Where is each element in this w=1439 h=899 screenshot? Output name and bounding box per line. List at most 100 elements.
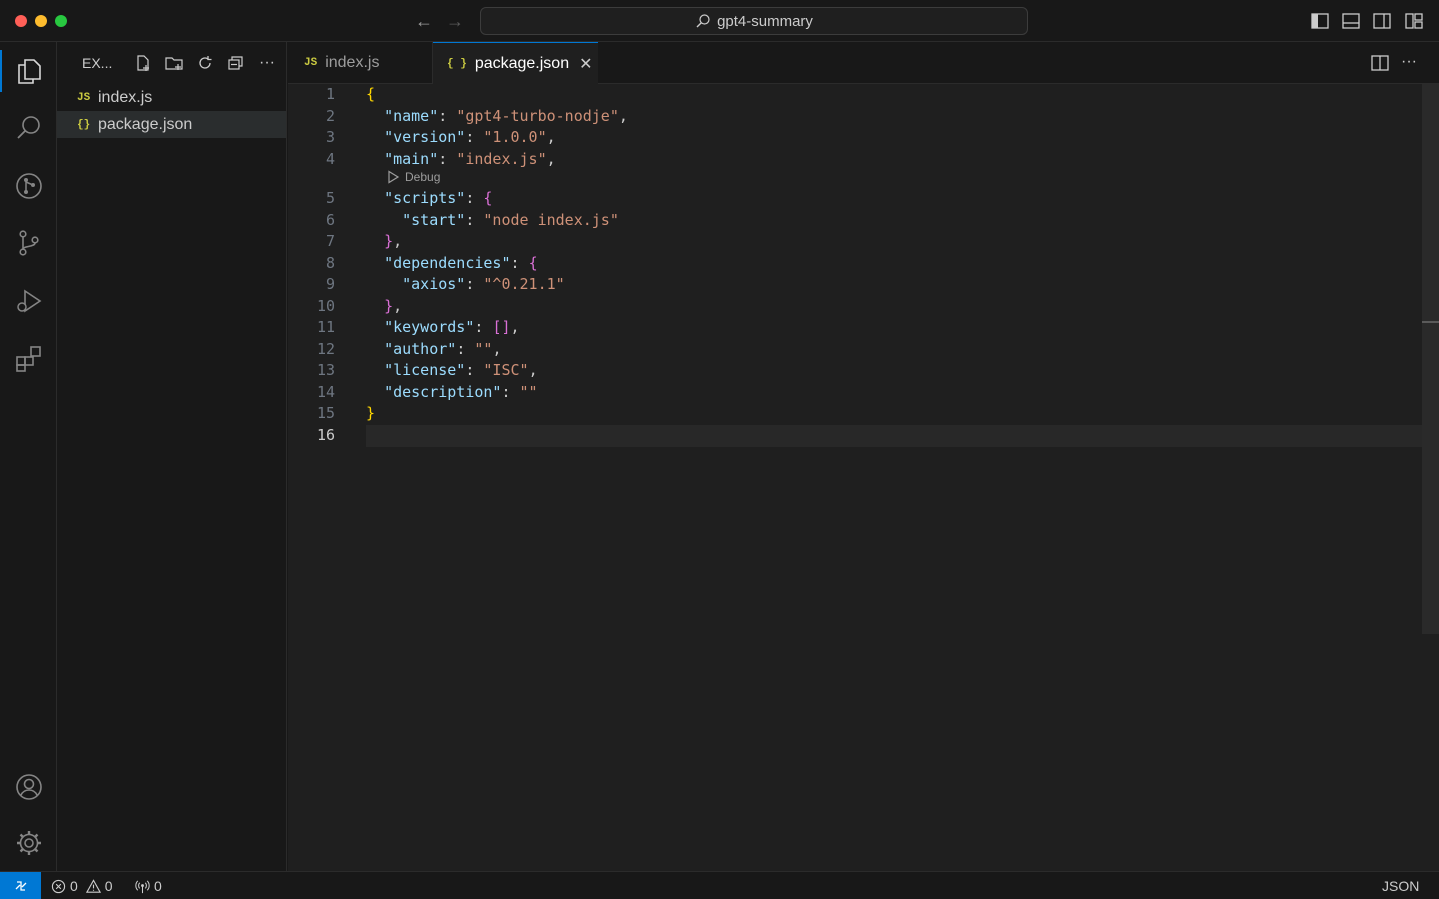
code-line: 5 "scripts": { xyxy=(288,188,1422,210)
tab-index-js[interactable]: JS index.js xyxy=(288,42,433,84)
status-bar: 0 0 0 JSON xyxy=(0,871,1439,899)
file-item-index-js[interactable]: JS index.js xyxy=(57,84,286,111)
code-line: 2 "name": "gpt4-turbo-nodje", xyxy=(288,106,1422,128)
code-text: "scripts": { xyxy=(366,188,492,210)
code-line: 11 "keywords": [], xyxy=(288,317,1422,339)
error-count: 0 xyxy=(70,878,78,894)
code-editor[interactable]: 1{2 "name": "gpt4-turbo-nodje", 3 "versio… xyxy=(288,84,1439,871)
debug-codelens[interactable]: Debug xyxy=(386,170,440,184)
code-line: 9 "axios": "^0.21.1" xyxy=(288,274,1422,296)
git-graph-icon[interactable] xyxy=(0,161,57,211)
accounts-icon[interactable] xyxy=(0,762,57,812)
file-name: package.json xyxy=(98,115,193,133)
line-number: 8 xyxy=(325,253,335,272)
go-forward-icon[interactable]: → xyxy=(444,10,466,32)
line-number: 11 xyxy=(316,318,335,336)
new-folder-icon[interactable] xyxy=(163,52,185,74)
manage-gear-icon[interactable] xyxy=(0,818,57,868)
close-window-button[interactable] xyxy=(15,15,27,27)
broadcast-icon xyxy=(135,880,150,893)
token-close: } xyxy=(384,296,394,315)
ports-indicator[interactable]: 0 xyxy=(135,872,162,899)
token-key: "name" xyxy=(384,106,439,125)
minimize-window-button[interactable] xyxy=(35,15,47,27)
command-center-search[interactable]: gpt4-summary xyxy=(480,7,1028,35)
toggle-primary-sidebar-icon[interactable] xyxy=(1310,11,1330,31)
toggle-secondary-sidebar-icon[interactable] xyxy=(1372,11,1392,31)
language-mode[interactable]: JSON xyxy=(1382,872,1419,899)
code-text: "description": "" xyxy=(366,382,538,404)
explorer-header: EX... ··· xyxy=(57,42,286,84)
code-text: "version": "1.0.0", xyxy=(366,127,556,149)
token-sep: : xyxy=(465,275,484,293)
editor-scrollbar[interactable] xyxy=(1422,84,1439,634)
token-sep: : xyxy=(501,382,520,401)
line-number: 2 xyxy=(325,106,335,125)
toggle-panel-icon[interactable] xyxy=(1341,11,1361,31)
token-sep: : xyxy=(465,361,484,379)
editor-more-actions-icon[interactable]: ··· xyxy=(1401,53,1421,73)
line-number: 3 xyxy=(325,128,335,146)
close-tab-icon[interactable]: ✕ xyxy=(579,54,592,74)
go-back-icon[interactable]: ← xyxy=(413,10,435,32)
code-line: 13 "license": "ISC", xyxy=(288,360,1422,382)
remote-indicator-icon[interactable] xyxy=(0,872,41,899)
javascript-file-icon: JS xyxy=(304,57,318,69)
refresh-icon[interactable] xyxy=(194,52,216,74)
token-open: { xyxy=(366,85,376,103)
token-open: { xyxy=(528,253,538,272)
token-value: "1.0.0" xyxy=(483,128,547,146)
tab-label: index.js xyxy=(325,54,380,71)
token-key: "axios" xyxy=(402,275,466,293)
token-value: "^0.21.1" xyxy=(483,275,565,293)
token-tail: , xyxy=(393,296,403,315)
token-close: } xyxy=(366,404,376,422)
tab-package-json[interactable]: { } package.json ✕ xyxy=(433,42,598,85)
token-key: "license" xyxy=(384,361,466,379)
token-key: "scripts" xyxy=(384,189,466,207)
problems-indicator[interactable]: 0 0 xyxy=(51,872,113,899)
ports-count: 0 xyxy=(154,878,162,894)
run-and-debug-icon[interactable] xyxy=(0,276,57,326)
line-number: 5 xyxy=(325,189,335,207)
line-number: 9 xyxy=(325,275,335,293)
code-line: 14 "description": "" xyxy=(288,382,1422,404)
line-number: 10 xyxy=(316,296,335,315)
json-file-icon: { } xyxy=(447,58,467,70)
maximize-window-button[interactable] xyxy=(55,15,67,27)
token-value: "" xyxy=(474,339,493,358)
search-icon[interactable] xyxy=(0,103,57,153)
code-text: }, xyxy=(366,231,402,253)
token-value: "index.js" xyxy=(456,149,547,168)
line-number: 15 xyxy=(316,404,335,422)
code-text: "keywords": [], xyxy=(366,317,519,339)
extensions-icon[interactable] xyxy=(0,334,57,384)
customize-layout-icon[interactable] xyxy=(1404,11,1424,31)
new-file-icon[interactable] xyxy=(132,52,154,74)
collapse-all-icon[interactable] xyxy=(225,52,247,74)
code-text: "axios": "^0.21.1" xyxy=(366,274,565,296)
file-name: index.js xyxy=(98,88,153,106)
explorer-icon[interactable] xyxy=(0,46,57,96)
more-actions-icon[interactable]: ··· xyxy=(256,52,278,74)
token-sep: : xyxy=(465,210,484,229)
source-control-icon[interactable] xyxy=(0,218,57,268)
code-text: "author": "", xyxy=(366,339,501,361)
file-item-package-json[interactable]: {} package.json xyxy=(57,111,286,138)
token-sep: : xyxy=(456,339,475,358)
json-file-icon: {} xyxy=(77,118,91,131)
token-open: { xyxy=(483,189,493,207)
split-editor-icon[interactable] xyxy=(1370,53,1390,73)
error-icon xyxy=(51,879,66,893)
line-number: 14 xyxy=(316,382,335,401)
token-tail: , xyxy=(618,106,628,125)
token-value: "ISC" xyxy=(483,361,529,379)
line-number: 7 xyxy=(325,232,335,250)
